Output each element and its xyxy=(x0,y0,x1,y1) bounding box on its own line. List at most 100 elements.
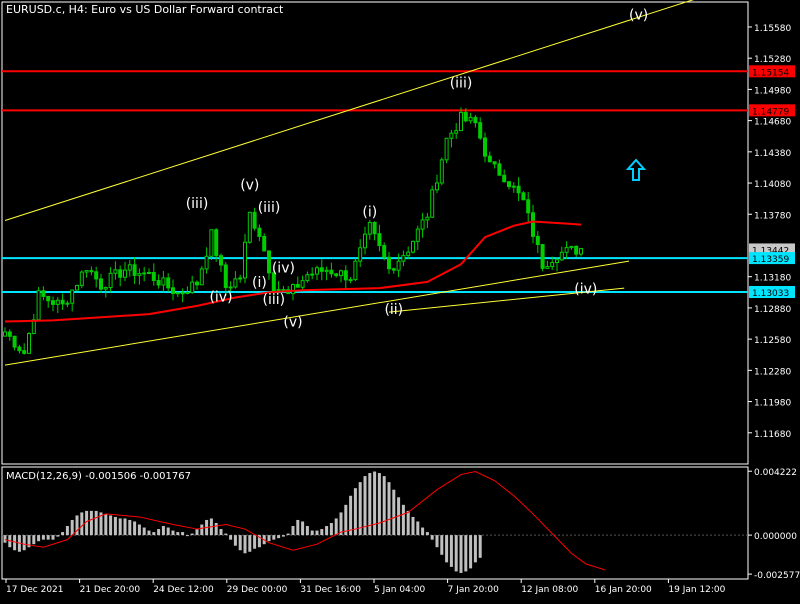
candle-body xyxy=(555,259,559,264)
candle-body xyxy=(396,260,401,271)
macd-histogram-bar xyxy=(430,535,434,540)
macd-histogram-bar xyxy=(190,533,194,536)
candle-body xyxy=(444,137,449,161)
macd-histogram-bar xyxy=(128,519,132,536)
macd-histogram-bar xyxy=(123,518,127,536)
macd-histogram-bar xyxy=(152,532,156,536)
wave-label: (iii) xyxy=(263,292,286,308)
candle-body xyxy=(315,267,319,275)
candle[interactable] xyxy=(521,191,526,201)
candle-body xyxy=(411,240,415,253)
candle-body xyxy=(171,287,175,295)
price-badge: 1.15154 xyxy=(749,65,795,78)
candle-body xyxy=(156,279,161,286)
macd-histogram-bar xyxy=(286,533,290,536)
candle-body xyxy=(363,233,367,249)
macd-histogram-bar xyxy=(142,527,146,536)
candle-body xyxy=(17,346,22,352)
macd-histogram-bar xyxy=(219,529,223,536)
macd-histogram-bar xyxy=(320,529,324,536)
macd-histogram-bar xyxy=(454,535,458,572)
candle[interactable] xyxy=(353,258,358,282)
candle-body xyxy=(348,279,353,282)
candle-body xyxy=(425,216,430,221)
macd-histogram-bar xyxy=(406,510,410,536)
macd-histogram-bar xyxy=(435,535,439,548)
candle[interactable] xyxy=(262,233,267,252)
candle-body xyxy=(300,280,305,288)
candle-body xyxy=(199,268,204,286)
price-tick-label: 1.12580 xyxy=(754,336,791,346)
candle-body xyxy=(233,278,238,288)
wave-label: (i) xyxy=(252,275,267,291)
time-tick-label: 5 Jan 04:00 xyxy=(374,585,426,595)
candle[interactable] xyxy=(209,229,214,260)
candle[interactable] xyxy=(199,265,204,286)
macd-histogram-bar xyxy=(272,535,276,540)
trading-chart: 1.15580 1.15280 1.14980 1.14680 1.14380 1.140… xyxy=(0,0,800,600)
candle[interactable] xyxy=(382,242,387,261)
candle-body xyxy=(84,270,89,273)
candle-body xyxy=(291,284,295,295)
price-tick-label: 1.14380 xyxy=(754,149,791,159)
candle-body xyxy=(430,189,435,218)
wave-label: (v) xyxy=(283,315,302,331)
candle-body xyxy=(305,274,310,282)
candle-body xyxy=(223,264,228,288)
macd-histogram-bar xyxy=(181,532,185,536)
time-tick-label: 29 Dec 00:00 xyxy=(227,585,288,595)
candle-body xyxy=(468,116,473,122)
macd-histogram-bar xyxy=(65,526,69,536)
macd-histogram-bar xyxy=(113,516,117,536)
candle-body xyxy=(310,273,315,276)
candle-body xyxy=(75,284,79,291)
candle-body xyxy=(545,266,550,269)
price-badge-label: 1.14779 xyxy=(752,107,789,117)
wave-label: (v) xyxy=(629,8,648,24)
macd-histogram-bar xyxy=(229,535,233,540)
candle[interactable] xyxy=(439,157,444,186)
candle-body xyxy=(516,185,521,194)
candle[interactable] xyxy=(36,286,41,321)
candle[interactable] xyxy=(27,331,31,354)
time-tick-label: 17 Dec 2021 xyxy=(6,585,64,595)
macd-histogram-bar xyxy=(401,504,405,536)
candle-body xyxy=(531,212,535,237)
candle[interactable] xyxy=(247,211,252,244)
candle-body xyxy=(353,260,358,281)
macd-histogram-bar xyxy=(325,526,329,536)
macd-histogram-bar xyxy=(469,535,473,569)
macd-histogram-bar xyxy=(315,530,319,536)
macd-histogram-bar xyxy=(425,532,429,536)
candle[interactable] xyxy=(430,185,435,218)
candle-body xyxy=(247,211,252,243)
wave-label: (iii) xyxy=(450,75,473,91)
candle-body xyxy=(27,333,31,354)
candle-body xyxy=(41,290,46,297)
price-tick-label: 1.13180 xyxy=(754,274,791,284)
macd-histogram-bar xyxy=(133,521,137,536)
candle[interactable] xyxy=(75,284,79,291)
candle-body xyxy=(497,163,502,176)
price-tick-label: 1.12880 xyxy=(754,305,791,315)
candle-body xyxy=(492,161,497,165)
candle-body xyxy=(420,219,425,230)
time-tick-label: 12 Jan 08:00 xyxy=(521,585,578,595)
candle-body xyxy=(127,264,132,271)
macd-histogram-bar xyxy=(171,530,175,536)
candle-body xyxy=(415,228,420,242)
macd-histogram-bar xyxy=(233,535,237,546)
macd-histogram-bar xyxy=(200,524,204,536)
candle[interactable] xyxy=(444,137,449,164)
candle[interactable] xyxy=(79,270,84,289)
candle[interactable] xyxy=(540,243,545,272)
candle-body xyxy=(118,269,123,278)
candle-body xyxy=(243,241,247,279)
candle-body xyxy=(550,262,555,268)
macd-histogram-bar xyxy=(329,523,333,536)
candle-body xyxy=(89,270,94,273)
macd-histogram-bar xyxy=(70,519,74,536)
candle-body xyxy=(166,277,171,289)
candle-body xyxy=(204,255,209,270)
candle[interactable] xyxy=(411,240,415,254)
